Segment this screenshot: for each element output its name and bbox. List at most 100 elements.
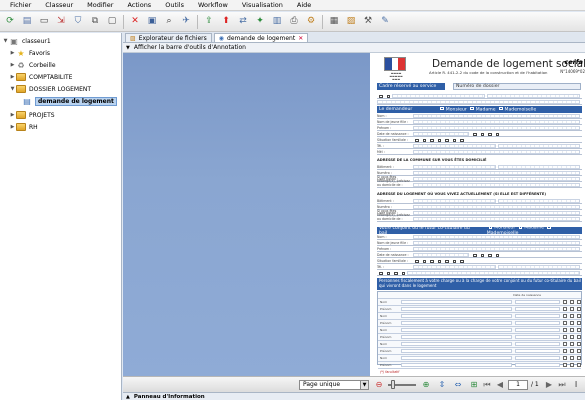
civility-option: Madame <box>475 107 496 113</box>
checkbox[interactable] <box>499 106 503 111</box>
settings-icon[interactable]: ⚙ <box>304 15 318 29</box>
document-icon[interactable]: ✦ <box>253 15 267 29</box>
properties-icon[interactable]: ▦ <box>327 15 341 29</box>
collapse-icon[interactable]: ▼ <box>9 86 16 92</box>
checkbox[interactable] <box>488 225 493 229</box>
form-field-row[interactable]: Si vous êtes hébergé(e), précisez au dom… <box>377 175 582 188</box>
address-fields: Bâtiment : Numéro : Code postal : Si vou… <box>377 164 582 188</box>
persons-row[interactable]: Nom <box>378 341 581 348</box>
tree-item-dossier-logement[interactable]: ▼ DOSSIER LOGEMENT <box>9 83 91 95</box>
close-tab-icon[interactable]: ✕ <box>298 35 303 42</box>
scan-icon[interactable]: ▭ <box>37 15 51 29</box>
checkbox[interactable] <box>440 106 444 111</box>
persons-row[interactable]: Prénom <box>378 334 581 341</box>
next-page-icon[interactable]: ▶ <box>543 379 555 391</box>
tab-demande-logement[interactable]: ◉ demande de logement ✕ <box>213 33 309 42</box>
tree-item-demande-logement[interactable]: ▤ demande de logement <box>22 95 117 107</box>
annotation-toolbar-toggle[interactable]: ▼ Afficher la barre d'outils d'Annotatio… <box>123 43 585 53</box>
tree-item-favoris[interactable]: ▶ ★ Favoris <box>9 47 51 59</box>
persons-row[interactable]: Nom <box>378 327 581 334</box>
persons-row[interactable]: Nom <box>378 313 581 320</box>
trash-icon: ♻ <box>17 60 25 70</box>
tab-strip: ▨ Explorateur de fichiers ◉ demande de l… <box>123 33 585 43</box>
menu-classeur[interactable]: Classeur <box>38 1 80 9</box>
info-panel-title: Panneau d'Information <box>133 393 205 400</box>
row-label: Prénom <box>380 349 392 353</box>
tree-root[interactable]: ▼ ▣ classeur1 <box>2 35 51 47</box>
share-icon[interactable]: ⇄ <box>236 15 250 29</box>
form-field-row[interactable] <box>377 270 582 276</box>
collapse-icon[interactable]: ▼ <box>2 38 9 44</box>
menu-actions[interactable]: Actions <box>120 1 158 9</box>
print-icon[interactable]: ⎙ <box>287 15 301 29</box>
fit-width-icon[interactable]: ⇔ <box>452 379 464 391</box>
last-page-icon[interactable]: ⏭ <box>556 379 568 391</box>
row-label: Prénom <box>380 335 392 339</box>
tree-item-rh[interactable]: ▶ RH <box>9 121 38 133</box>
menu-outils[interactable]: Outils <box>158 1 191 9</box>
zoom-slider-handle[interactable] <box>391 380 395 389</box>
reserved-section-header: Cadre réservé au service <box>377 83 445 90</box>
tree-item-projets[interactable]: ▶ PROJETS <box>9 109 55 121</box>
open-icon[interactable]: ▤ <box>20 15 34 29</box>
info-panel-header[interactable]: ▲ Panneau d'Information <box>123 392 585 400</box>
form-field-row[interactable]: Si vous êtes hébergé(e), précisez au dom… <box>377 209 582 222</box>
address-section-title: ADRESSE DE LA COMMUNE SUR VOUS ÊTES DOMI… <box>377 158 487 162</box>
tab-explorateur[interactable]: ▨ Explorateur de fichiers <box>125 33 212 42</box>
fit-height-icon[interactable]: ⇕ <box>436 379 448 391</box>
expand-icon[interactable]: ▶ <box>9 50 16 56</box>
previous-page-icon[interactable]: ◀ <box>494 379 506 391</box>
persons-row[interactable]: Prénom <box>378 306 581 313</box>
checkbox[interactable] <box>547 225 551 229</box>
tree-item-comptabilite[interactable]: ▶ COMPTABILITE <box>9 71 72 83</box>
folder-add-icon[interactable]: ▨ <box>344 15 358 29</box>
view-mode-select[interactable]: Page unique ▼ <box>299 380 369 390</box>
persons-row[interactable]: Prénom <box>378 362 581 369</box>
import-icon[interactable]: ⇲ <box>54 15 68 29</box>
menu-visualisation[interactable]: Visualisation <box>235 1 290 9</box>
delete-icon[interactable]: ✕ <box>128 15 142 29</box>
checkbox[interactable] <box>470 106 474 111</box>
help-icon[interactable]: ✎ <box>378 15 392 29</box>
menu-fichier[interactable]: Fichier <box>3 1 38 9</box>
tree-item-corbeille[interactable]: ▶ ♻ Corbeille <box>9 59 56 71</box>
document-viewer[interactable]: ▬▬▬▬ ▬▬▬▬▬ ▬▬▬ Demande de logement social … <box>123 53 585 376</box>
zoom-out-icon[interactable]: ⊖ <box>373 379 385 391</box>
menu-modifier[interactable]: Modifier <box>80 1 120 9</box>
export-icon[interactable]: ⇪ <box>202 15 216 29</box>
tools-icon[interactable]: ⚒ <box>361 15 375 29</box>
upload-icon[interactable]: ⬆ <box>219 15 233 29</box>
checkbox[interactable] <box>518 225 523 229</box>
chevron-down-icon: ▼ <box>360 381 368 389</box>
find-icon[interactable]: ⌕ <box>162 15 176 29</box>
expand-icon[interactable]: ▶ <box>9 62 16 68</box>
intro-line <box>377 99 582 105</box>
fit-page-icon[interactable]: ⊞ <box>468 379 480 391</box>
text-cursor-icon[interactable]: I <box>570 379 582 391</box>
refresh-icon[interactable]: ⟳ <box>3 15 17 29</box>
persons-row[interactable]: Nom <box>378 299 581 306</box>
send-icon[interactable]: ✈ <box>179 15 193 29</box>
persons-row[interactable]: Prénom <box>378 348 581 355</box>
field-label: Si vous êtes hébergé(e), précisez au dom… <box>377 175 410 187</box>
expand-icon[interactable]: ▶ <box>9 112 16 118</box>
tree-item-label: Corbeille <box>29 61 56 69</box>
save-icon[interactable]: ▣ <box>145 15 159 29</box>
copy-icon[interactable]: ⧉ <box>88 15 102 29</box>
zoom-in-icon[interactable]: ⊕ <box>420 379 432 391</box>
page-number-input[interactable]: 1 <box>508 380 528 390</box>
expand-icon[interactable]: ▶ <box>9 74 16 80</box>
paste-icon[interactable]: ▢ <box>105 15 119 29</box>
registration-number-field[interactable]: Numéro de dossier <box>453 83 581 90</box>
field-label: Bâtiment : <box>377 165 394 169</box>
form-field-row[interactable]: Mél : <box>377 149 582 155</box>
persons-row[interactable]: Nom <box>378 355 581 362</box>
move-icon[interactable]: ▥ <box>270 15 284 29</box>
menu-aide[interactable]: Aide <box>290 1 318 9</box>
menu-workflow[interactable]: Workflow <box>191 1 235 9</box>
first-page-icon[interactable]: ⏮ <box>481 379 493 391</box>
expand-icon[interactable]: ▶ <box>9 124 16 130</box>
filter-icon[interactable]: ⛉ <box>71 15 85 29</box>
chevron-down-icon: ▼ <box>126 44 130 51</box>
persons-row[interactable]: Prénom <box>378 320 581 327</box>
